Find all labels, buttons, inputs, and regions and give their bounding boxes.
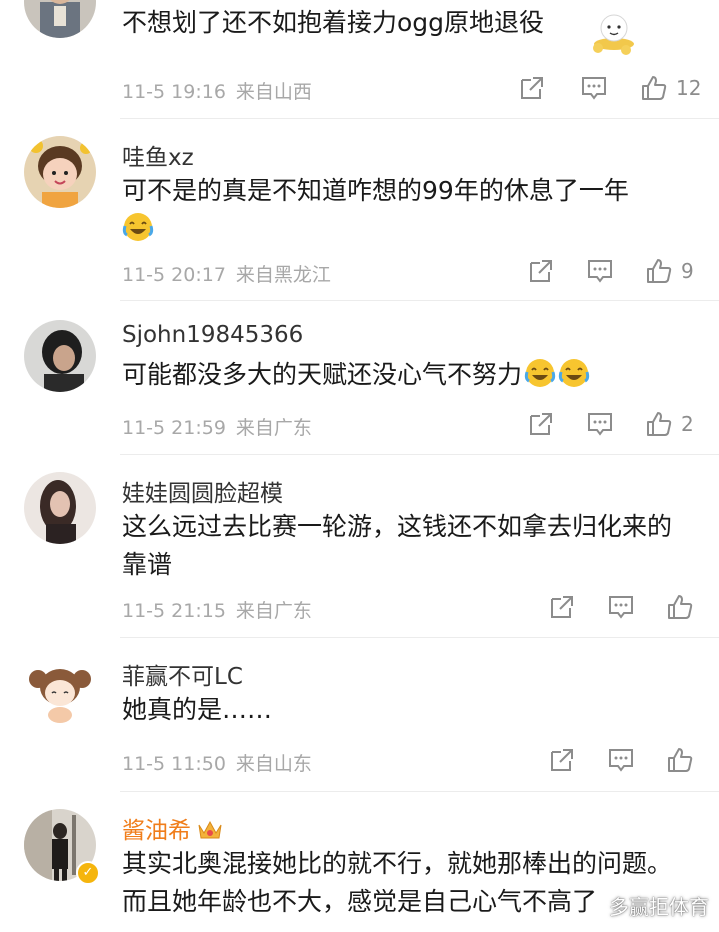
share-icon[interactable] — [518, 74, 546, 102]
avatar[interactable] — [24, 320, 96, 392]
comment-meta: 11-5 21:15 来自广东 — [122, 596, 312, 623]
comment-text-content: 可不是的真是不知道咋想的99年的休息了一年 — [122, 176, 629, 205]
share-icon[interactable] — [527, 257, 555, 285]
reply-icon[interactable] — [586, 410, 614, 438]
money-sticker-icon — [580, 8, 640, 58]
comment-actions: 9 — [527, 257, 694, 285]
comment-actions: 12 — [518, 74, 701, 102]
avatar[interactable] — [24, 655, 96, 727]
comment-meta: 11-5 19:16 来自山西 — [122, 77, 312, 104]
comment-item: 哇鱼xz 可不是的真是不知道咋想的99年的休息了一年 11-5 20:17 来自黑… — [0, 118, 719, 300]
comment-meta: 11-5 21:59 来自广东 — [122, 413, 312, 440]
watermark: 多赢拒体育 — [609, 895, 709, 919]
man-avatar-icon — [24, 0, 96, 38]
verified-badge-icon: ✓ — [76, 861, 100, 885]
cartoon-girl-avatar-icon — [24, 136, 96, 208]
comment-time: 11-5 21:59 — [122, 417, 226, 439]
comment-location: 来自山西 — [235, 81, 312, 103]
like-icon[interactable] — [640, 74, 668, 102]
avatar[interactable] — [24, 472, 96, 544]
comment-text: 可不是的真是不知道咋想的99年的休息了一年 — [122, 172, 682, 248]
dark-photo-avatar-icon — [24, 320, 96, 392]
comment-text: 她真的是…… — [122, 695, 273, 724]
girl-photo-avatar-icon — [24, 472, 96, 544]
comment-meta: 11-5 11:50 来自山东 — [122, 749, 312, 776]
laughing-tears-emoji-icon — [524, 357, 556, 389]
comment-location: 来自广东 — [235, 600, 312, 622]
like-icon[interactable] — [666, 746, 694, 774]
share-icon[interactable] — [548, 746, 576, 774]
comment-text: 可能都没多大的天赋还没心气不努力 — [122, 356, 682, 394]
laughing-tears-emoji-icon — [122, 211, 154, 243]
avatar[interactable] — [24, 136, 96, 208]
chibi-girl-avatar-icon — [24, 655, 96, 727]
comment-time: 11-5 19:16 — [122, 81, 226, 103]
comment-time: 11-5 20:17 — [122, 264, 226, 286]
comment-username[interactable]: 菲赢不可LC — [122, 657, 243, 691]
comment-username[interactable]: 酱油希 — [122, 811, 223, 845]
comment-location: 来自广东 — [235, 417, 312, 439]
reply-icon[interactable] — [607, 746, 635, 774]
comment-item: 不想划了还不如抱着接力ogg原地退役 11-5 19:16 来自山西 12 — [0, 0, 719, 118]
comment-username[interactable]: 哇鱼xz — [122, 138, 194, 172]
reply-icon[interactable] — [586, 257, 614, 285]
share-icon[interactable] — [527, 410, 555, 438]
reply-icon[interactable] — [580, 74, 608, 102]
comment-location: 来自山东 — [235, 753, 312, 775]
comment-actions: 2 — [527, 410, 694, 438]
like-icon[interactable] — [645, 257, 673, 285]
like-count: 12 — [676, 76, 702, 100]
comment-time: 11-5 21:15 — [122, 600, 226, 622]
like-count: 2 — [681, 412, 694, 436]
like-count: 9 — [681, 259, 694, 283]
avatar[interactable] — [24, 0, 96, 38]
comment-actions — [548, 593, 694, 621]
comment-item: 菲赢不可LC 她真的是…… 11-5 11:50 来自山东 — [0, 637, 719, 791]
comment-username[interactable]: Sjohn19845366 — [122, 322, 303, 348]
crown-icon — [197, 819, 223, 841]
comment-username-text: 酱油希 — [122, 818, 191, 844]
comment-location: 来自黑龙江 — [235, 264, 331, 286]
comment-text: 其实北奥混接她比的就不行，就她那棒出的问题。而且她年龄也不大，感觉是自己心气不高… — [122, 849, 673, 916]
laughing-tears-emoji-icon — [558, 357, 590, 389]
like-icon[interactable] — [645, 410, 673, 438]
like-icon[interactable] — [666, 593, 694, 621]
comment-username[interactable]: 娃娃圆圆脸超模 — [122, 474, 283, 508]
comment-item: 娃娃圆圆脸超模 这么远过去比赛一轮游，这钱还不如拿去归化来的靠谱 11-5 21… — [0, 454, 719, 637]
comment-text-content: 可能都没多大的天赋还没心气不努力 — [122, 360, 523, 389]
comment-text: 这么远过去比赛一轮游，这钱还不如拿去归化来的靠谱 — [122, 512, 673, 579]
comment-actions — [548, 746, 694, 774]
comment-meta: 11-5 20:17 来自黑龙江 — [122, 260, 331, 287]
comment-item: Sjohn19845366 可能都没多大的天赋还没心气不努力 11-5 21:5… — [0, 300, 719, 454]
comment-time: 11-5 11:50 — [122, 753, 226, 775]
reply-icon[interactable] — [607, 593, 635, 621]
share-icon[interactable] — [548, 593, 576, 621]
